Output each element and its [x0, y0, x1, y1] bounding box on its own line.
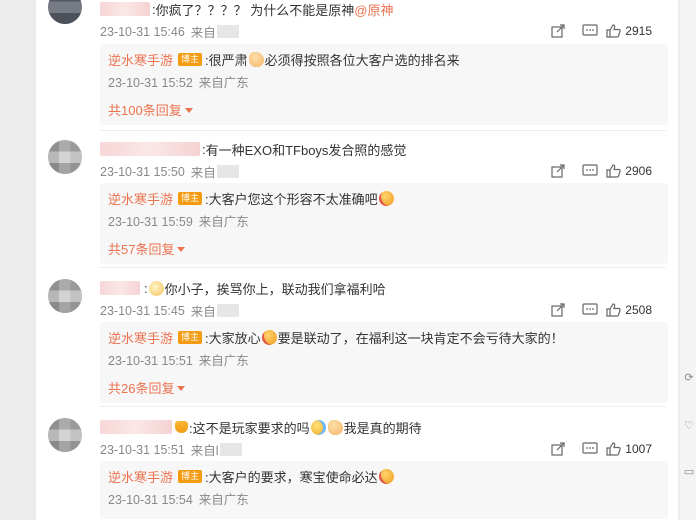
caret-down-icon — [177, 247, 186, 252]
location-blurred — [219, 443, 242, 456]
thumbs-up-icon — [606, 164, 622, 178]
crown-icon — [175, 421, 188, 433]
avatar[interactable] — [48, 418, 82, 452]
comment-icon — [582, 24, 598, 36]
comment-text: 有一种EXO和TFboys发合照的感觉 — [205, 142, 407, 158]
reply-box: 逆水寒手游 博主:大客户的要求，寒宝使命必达 23-10-31 15:54 来自广东 — [100, 461, 668, 519]
blogger-badge: 博主 — [178, 469, 203, 483]
comment-actions: 2508 — [542, 301, 652, 319]
share-icon — [551, 164, 565, 178]
emoji-icon — [310, 419, 326, 435]
reply-button[interactable] — [574, 22, 606, 40]
comment-meta: 23-10-31 15:45 来自 — [100, 301, 239, 320]
share-icon — [551, 303, 565, 317]
reply-button[interactable] — [574, 162, 606, 180]
reply-author[interactable]: 逆水寒手游 — [108, 328, 173, 347]
location-blurred — [216, 165, 239, 178]
username-blurred[interactable] — [100, 142, 200, 156]
reply-button[interactable] — [574, 301, 606, 319]
avatar[interactable] — [48, 140, 82, 174]
reply-box: 逆水寒手游 博主:大家放心 要是联动了，在福利这一块肯定不会亏待大家的！ 23-10… — [100, 322, 668, 403]
comment-meta: 23-10-31 15:46 来自 — [100, 22, 239, 41]
blogger-badge: 博主 — [178, 52, 203, 66]
heart-icon[interactable]: ♡ — [683, 420, 695, 432]
divider — [100, 406, 666, 407]
share-icon — [551, 442, 565, 456]
share-button[interactable] — [542, 440, 574, 458]
reply-author[interactable]: 逆水寒手游 — [108, 50, 173, 69]
share-icon — [551, 24, 565, 38]
comment-text-line: : 你小子，挨骂你上，联动我们拿福利哈 — [100, 278, 386, 298]
comment-meta: 23-10-31 15:50 来自 — [100, 162, 239, 181]
comment-text: :这不是玩家要求的吗 — [189, 420, 310, 436]
location-blurred — [216, 25, 239, 38]
emoji-icon — [248, 51, 264, 67]
reply-box: 逆水寒手游 博主:很严肃 必须得按照各位大客户选的排名来 23-10-31 15:5… — [100, 44, 668, 125]
reply-author[interactable]: 逆水寒手游 — [108, 189, 173, 208]
thumbs-up-icon — [606, 442, 622, 456]
comment-actions: 1007 — [542, 440, 652, 458]
caret-down-icon — [177, 386, 186, 391]
share-button[interactable] — [542, 162, 574, 180]
emoji-icon — [378, 468, 394, 484]
comment-meta: 23-10-31 15:51 来自l — [100, 440, 242, 459]
comment-text-line: : 你疯了？？？？ 为什么不能是原神 @原神 — [100, 0, 393, 19]
more-replies-link[interactable]: 共26条回复 — [108, 378, 658, 397]
like-button[interactable]: 1007 — [606, 440, 652, 458]
divider — [100, 267, 666, 268]
emoji-icon — [327, 419, 343, 435]
username-blurred[interactable] — [100, 2, 150, 16]
reply-button[interactable] — [574, 440, 606, 458]
comment-actions: 2906 — [542, 162, 652, 180]
more-replies-link[interactable]: 共100条回复 — [108, 100, 658, 119]
avatar[interactable] — [48, 279, 82, 313]
comment-actions: 2915 — [542, 22, 652, 40]
mention-link[interactable]: @原神 — [354, 0, 393, 19]
comment-icon — [582, 164, 598, 176]
right-sidebar-strip — [680, 0, 696, 520]
reply-author[interactable]: 逆水寒手游 — [108, 467, 173, 486]
like-button[interactable]: 2915 — [606, 22, 652, 40]
comment-text: 你疯了？？？？ 为什么不能是原神 — [155, 2, 355, 18]
like-button[interactable]: 2508 — [606, 301, 652, 319]
share-button[interactable] — [542, 22, 574, 40]
username-blurred[interactable] — [100, 281, 140, 295]
comment-icon[interactable]: ▭ — [683, 466, 695, 478]
username-blurred[interactable] — [100, 420, 172, 434]
divider — [100, 130, 666, 131]
emoji-icon — [148, 280, 164, 296]
like-button[interactable]: 2906 — [606, 162, 652, 180]
reply-box: 逆水寒手游 博主:大客户您这个形容不太准确吧 23-10-31 15:59 来自广东… — [100, 183, 668, 264]
blogger-badge: 博主 — [178, 191, 203, 205]
comment-icon — [582, 303, 598, 315]
caret-down-icon — [184, 108, 193, 113]
thumbs-up-icon — [606, 24, 622, 38]
comment-text-line: :这不是玩家要求的吗 我是真的期待 — [100, 417, 422, 437]
more-replies-link[interactable]: 共57条回复 — [108, 239, 658, 258]
comment-text: 你小子，挨骂你上，联动我们拿福利哈 — [164, 281, 386, 297]
emoji-icon — [378, 190, 394, 206]
location-blurred — [216, 304, 239, 317]
refresh-icon[interactable]: ⟳ — [683, 372, 695, 384]
share-button[interactable] — [542, 301, 574, 319]
thumbs-up-icon — [606, 303, 622, 317]
blogger-badge: 博主 — [178, 330, 203, 344]
emoji-icon — [261, 329, 277, 345]
comment-icon — [582, 442, 598, 454]
avatar[interactable] — [48, 0, 82, 24]
comment-text-line: : 有一种EXO和TFboys发合照的感觉 — [100, 139, 406, 159]
